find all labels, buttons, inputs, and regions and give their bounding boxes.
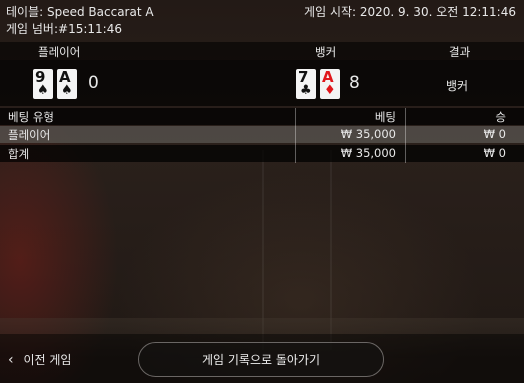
table-name: 테이블: Speed Baccarat A bbox=[6, 5, 154, 19]
bet-type-cell: 플레이어 bbox=[8, 128, 51, 142]
banker-card-1: 7 ♣ bbox=[296, 69, 316, 99]
win-amount-header: 승 bbox=[495, 110, 506, 124]
game-start-time: 게임 시작: 2020. 9. 30. 오전 12:11:46 bbox=[304, 5, 516, 19]
bet-type-header: 베팅 유형 bbox=[8, 110, 54, 124]
back-to-history-button[interactable]: 게임 기록으로 돌아가기 bbox=[138, 342, 384, 377]
column-divider bbox=[405, 108, 406, 163]
club-icon: ♣ bbox=[300, 83, 312, 98]
result-outcome: 뱅커 bbox=[446, 79, 469, 93]
chevron-left-icon: ‹ bbox=[8, 352, 14, 368]
footer-bar: ‹ 이전 게임 게임 기록으로 돌아가기 bbox=[0, 334, 524, 383]
bet-type-cell: 합계 bbox=[8, 147, 30, 161]
previous-game-button[interactable]: ‹ 이전 게임 bbox=[8, 351, 71, 368]
result-row: 9 ♠ A ♠ 0 7 ♣ A ♦ 8 뱅커 bbox=[0, 60, 524, 106]
player-score: 0 bbox=[88, 73, 99, 93]
banker-score: 8 bbox=[349, 73, 360, 93]
bet-amount-cell: ₩ 35,000 bbox=[340, 127, 396, 141]
diamond-icon: ♦ bbox=[324, 83, 336, 98]
game-header: 테이블: Speed Baccarat A 게임 넘버:#15:11:46 게임… bbox=[0, 0, 524, 40]
player-column-header: 플레이어 bbox=[38, 45, 81, 59]
game-number: 게임 넘버:#15:11:46 bbox=[6, 22, 122, 36]
banker-column-header: 뱅커 bbox=[315, 45, 337, 59]
win-amount-cell: ₩ 0 bbox=[483, 146, 506, 160]
previous-game-label: 이전 게임 bbox=[23, 353, 72, 367]
result-column-header: 결과 bbox=[449, 45, 471, 59]
column-divider bbox=[295, 108, 296, 163]
banker-card-2: A ♦ bbox=[320, 69, 340, 99]
table-row: 합계 ₩ 35,000 ₩ 0 bbox=[0, 145, 524, 162]
bet-table-header: 베팅 유형 베팅 승 bbox=[0, 108, 524, 125]
win-amount-cell: ₩ 0 bbox=[483, 127, 506, 141]
bet-amount-cell: ₩ 35,000 bbox=[340, 146, 396, 160]
player-card-1: 9 ♠ bbox=[33, 69, 53, 99]
spade-icon: ♠ bbox=[37, 83, 49, 98]
result-header: 플레이어 뱅커 결과 bbox=[0, 42, 524, 60]
spade-icon: ♠ bbox=[61, 83, 73, 98]
bet-amount-header: 베팅 bbox=[374, 110, 396, 124]
player-card-2: A ♠ bbox=[57, 69, 77, 99]
table-row: 플레이어 ₩ 35,000 ₩ 0 bbox=[0, 126, 524, 143]
